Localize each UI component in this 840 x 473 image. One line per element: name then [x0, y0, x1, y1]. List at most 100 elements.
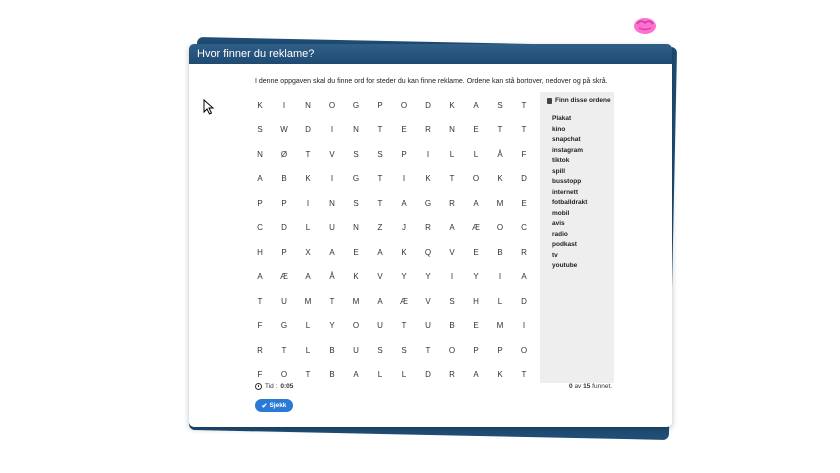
- grid-cell[interactable]: D: [512, 167, 536, 192]
- grid-cell[interactable]: B: [440, 314, 464, 339]
- grid-cell[interactable]: M: [296, 289, 320, 314]
- grid-cell[interactable]: G: [416, 191, 440, 216]
- grid-cell[interactable]: P: [392, 142, 416, 167]
- grid-cell[interactable]: T: [368, 118, 392, 143]
- grid-cell[interactable]: V: [416, 289, 440, 314]
- grid-cell[interactable]: U: [320, 216, 344, 241]
- letter-grid[interactable]: KINOGPODKASTSWDINTERNETTNØTVSSPILLÅFABKI…: [248, 93, 536, 387]
- grid-cell[interactable]: U: [416, 314, 440, 339]
- grid-cell[interactable]: L: [464, 142, 488, 167]
- grid-cell[interactable]: H: [464, 289, 488, 314]
- grid-cell[interactable]: A: [464, 363, 488, 388]
- grid-cell[interactable]: I: [320, 167, 344, 192]
- grid-cell[interactable]: L: [392, 363, 416, 388]
- grid-cell[interactable]: E: [512, 191, 536, 216]
- grid-cell[interactable]: C: [248, 216, 272, 241]
- grid-cell[interactable]: X: [296, 240, 320, 265]
- grid-cell[interactable]: N: [248, 142, 272, 167]
- grid-cell[interactable]: L: [296, 216, 320, 241]
- grid-cell[interactable]: I: [416, 142, 440, 167]
- grid-cell[interactable]: B: [488, 240, 512, 265]
- grid-cell[interactable]: K: [248, 93, 272, 118]
- grid-cell[interactable]: Æ: [272, 265, 296, 290]
- grid-cell[interactable]: V: [368, 265, 392, 290]
- grid-cell[interactable]: L: [488, 289, 512, 314]
- grid-cell[interactable]: E: [464, 240, 488, 265]
- grid-cell[interactable]: H: [248, 240, 272, 265]
- grid-cell[interactable]: F: [512, 142, 536, 167]
- grid-cell[interactable]: E: [464, 314, 488, 339]
- grid-cell[interactable]: F: [248, 314, 272, 339]
- grid-cell[interactable]: O: [488, 216, 512, 241]
- grid-cell[interactable]: T: [512, 363, 536, 388]
- grid-cell[interactable]: T: [272, 338, 296, 363]
- grid-cell[interactable]: T: [368, 191, 392, 216]
- grid-cell[interactable]: P: [488, 338, 512, 363]
- grid-cell[interactable]: Å: [320, 265, 344, 290]
- grid-cell[interactable]: Æ: [464, 216, 488, 241]
- grid-cell[interactable]: K: [440, 93, 464, 118]
- grid-cell[interactable]: M: [488, 191, 512, 216]
- grid-cell[interactable]: T: [320, 289, 344, 314]
- grid-cell[interactable]: C: [512, 216, 536, 241]
- grid-cell[interactable]: U: [272, 289, 296, 314]
- grid-cell[interactable]: P: [248, 191, 272, 216]
- grid-cell[interactable]: O: [320, 93, 344, 118]
- check-button[interactable]: ✔ Sjekk: [255, 399, 293, 412]
- grid-cell[interactable]: Y: [392, 265, 416, 290]
- grid-cell[interactable]: Ø: [272, 142, 296, 167]
- grid-cell[interactable]: T: [368, 167, 392, 192]
- grid-cell[interactable]: A: [296, 265, 320, 290]
- grid-cell[interactable]: G: [344, 93, 368, 118]
- grid-cell[interactable]: I: [272, 93, 296, 118]
- grid-cell[interactable]: T: [296, 363, 320, 388]
- grid-cell[interactable]: K: [488, 363, 512, 388]
- grid-cell[interactable]: N: [344, 118, 368, 143]
- grid-cell[interactable]: U: [344, 338, 368, 363]
- grid-cell[interactable]: O: [440, 338, 464, 363]
- grid-cell[interactable]: B: [272, 167, 296, 192]
- grid-cell[interactable]: U: [368, 314, 392, 339]
- grid-cell[interactable]: A: [248, 167, 272, 192]
- grid-cell[interactable]: L: [296, 314, 320, 339]
- grid-cell[interactable]: S: [368, 142, 392, 167]
- grid-cell[interactable]: G: [344, 167, 368, 192]
- grid-cell[interactable]: A: [368, 240, 392, 265]
- grid-cell[interactable]: D: [296, 118, 320, 143]
- grid-cell[interactable]: D: [416, 363, 440, 388]
- grid-cell[interactable]: I: [440, 265, 464, 290]
- grid-cell[interactable]: K: [344, 265, 368, 290]
- grid-cell[interactable]: L: [440, 142, 464, 167]
- grid-cell[interactable]: N: [344, 216, 368, 241]
- grid-cell[interactable]: I: [320, 118, 344, 143]
- grid-cell[interactable]: K: [488, 167, 512, 192]
- grid-cell[interactable]: G: [272, 314, 296, 339]
- grid-cell[interactable]: A: [248, 265, 272, 290]
- grid-cell[interactable]: A: [392, 191, 416, 216]
- grid-cell[interactable]: S: [344, 142, 368, 167]
- grid-cell[interactable]: A: [320, 240, 344, 265]
- grid-cell[interactable]: D: [512, 289, 536, 314]
- grid-cell[interactable]: V: [320, 142, 344, 167]
- grid-cell[interactable]: I: [488, 265, 512, 290]
- grid-cell[interactable]: I: [392, 167, 416, 192]
- grid-cell[interactable]: K: [416, 167, 440, 192]
- grid-cell[interactable]: E: [344, 240, 368, 265]
- grid-cell[interactable]: D: [272, 216, 296, 241]
- grid-cell[interactable]: J: [392, 216, 416, 241]
- grid-cell[interactable]: I: [512, 314, 536, 339]
- grid-cell[interactable]: P: [272, 191, 296, 216]
- grid-cell[interactable]: A: [512, 265, 536, 290]
- grid-cell[interactable]: T: [488, 118, 512, 143]
- grid-cell[interactable]: R: [416, 216, 440, 241]
- grid-cell[interactable]: D: [416, 93, 440, 118]
- grid-cell[interactable]: V: [440, 240, 464, 265]
- grid-cell[interactable]: K: [392, 240, 416, 265]
- grid-cell[interactable]: T: [512, 118, 536, 143]
- grid-cell[interactable]: T: [296, 142, 320, 167]
- grid-cell[interactable]: B: [320, 363, 344, 388]
- grid-cell[interactable]: R: [440, 191, 464, 216]
- grid-cell[interactable]: O: [464, 167, 488, 192]
- grid-cell[interactable]: I: [296, 191, 320, 216]
- grid-cell[interactable]: A: [344, 363, 368, 388]
